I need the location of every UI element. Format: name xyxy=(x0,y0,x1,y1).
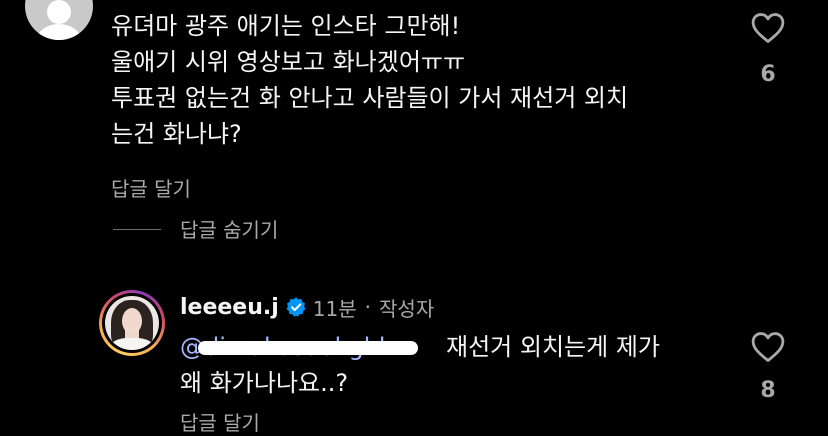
comment-line: 투표권 없는건 화 안나고 사람들이 가서 재선거 외치 xyxy=(111,84,629,112)
like-count: 6 xyxy=(760,62,776,87)
heart-outline-icon[interactable] xyxy=(751,12,785,44)
reply-header: leeeeu.j 11분 · 작성자 xyxy=(180,291,434,323)
timestamp: 11분 xyxy=(312,296,357,321)
comment-text: 유뎌마 광주 애기는 인스타 그만해! 울애기 시위 영상보고 화나겠어ㅠㅠ 투… xyxy=(111,8,751,152)
separator-dot: · xyxy=(364,295,372,319)
reply-text-line: 왜 화가나나요..? xyxy=(180,369,349,397)
hide-replies-button[interactable]: 답글 숨기기 xyxy=(180,214,278,243)
mention-container: @dimakasuokghk xyxy=(180,329,440,365)
author-avatar[interactable] xyxy=(99,290,165,356)
profile-photo xyxy=(105,296,159,350)
reply-text-line: 재선거 외치는게 제가 xyxy=(446,333,660,361)
verified-badge-icon xyxy=(286,297,306,317)
reply-button[interactable]: 답글 달기 xyxy=(111,173,191,202)
comment-line: 유뎌마 광주 애기는 인스타 그만해! xyxy=(111,12,461,40)
like-count: 8 xyxy=(760,378,776,403)
comment-line: 는건 화나냐? xyxy=(111,120,242,148)
username-link[interactable]: leeeeu.j xyxy=(180,295,279,320)
thread-divider xyxy=(113,229,161,230)
comment-line: 울애기 시위 영상보고 화나겠어ㅠㅠ xyxy=(111,48,466,76)
redaction-scribble xyxy=(198,341,418,355)
default-profile-icon xyxy=(47,0,71,24)
commenter-avatar[interactable] xyxy=(25,0,93,40)
heart-outline-icon[interactable] xyxy=(751,331,785,363)
reply-button[interactable]: 답글 달기 xyxy=(180,407,260,436)
author-tag: 작성자 xyxy=(379,296,435,321)
